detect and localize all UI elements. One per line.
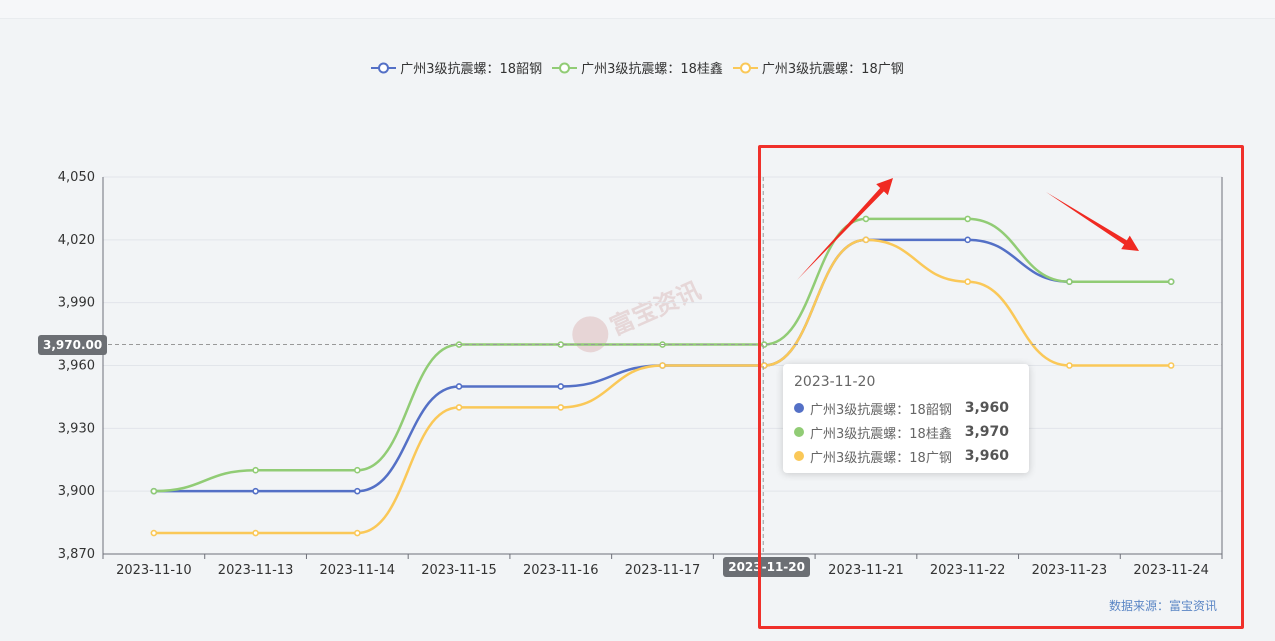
chart-page: 广州3级抗震螺：18韶钢 广州3级抗震螺：18桂鑫 广州3级抗震螺：18广钢 富… [0, 0, 1275, 641]
data-point [557, 383, 565, 390]
tooltip-series-value: 3,960 [964, 448, 1009, 464]
data-point [862, 215, 870, 223]
x-tick-label: 2023-11-23 [1032, 563, 1108, 578]
tooltip: 2023-11-20 广州3级抗震螺：18韶钢 3,960 广州3级抗震螺：18… [783, 364, 1029, 473]
crosshair-x-label: 2023-11-20 [723, 557, 810, 577]
data-point [455, 404, 463, 411]
x-tick-label: 2023-11-17 [625, 563, 701, 578]
grid-layer [103, 176, 1222, 492]
tooltip-row: 广州3级抗震螺：18广钢 3,960 [794, 444, 1019, 468]
data-point [1066, 278, 1073, 286]
series-dot-icon [794, 451, 804, 461]
data-point [964, 236, 971, 244]
axis-layer: 3,870 3,900 3,930 3,960 3,990 4,020 4,050 2023-… [58, 170, 1223, 578]
x-tick-label: 2023-11-10 [116, 563, 192, 578]
tooltip-series-name: 广州3级抗震螺：18桂鑫 [810, 426, 952, 442]
y-tick-label: 4,020 [58, 233, 95, 248]
series-dot-icon [794, 427, 804, 437]
data-point [1167, 278, 1175, 286]
y-tick-label: 3,960 [58, 359, 95, 374]
tooltip-row: 广州3级抗震螺：18桂鑫 3,970 [794, 420, 1019, 444]
y-tick-label: 3,930 [58, 421, 95, 436]
tooltip-series-value: 3,970 [964, 424, 1009, 440]
tooltip-series-name: 广州3级抗震螺：18广钢 [810, 450, 952, 466]
data-point [150, 529, 158, 537]
data-point [354, 466, 361, 474]
data-point [964, 278, 971, 286]
data-point [252, 487, 259, 495]
data-point [252, 466, 259, 474]
data-point [862, 236, 870, 244]
data-point [455, 383, 463, 390]
x-tick-label: 2023-11-22 [930, 563, 1006, 578]
arrow-up-icon [797, 178, 893, 280]
data-point [964, 215, 971, 223]
tooltip-date: 2023-11-20 [794, 374, 876, 390]
data-source[interactable]: 数据来源：富宝资讯 [1109, 597, 1217, 614]
data-point [1167, 362, 1175, 369]
data-point [354, 487, 361, 495]
data-point [659, 362, 666, 369]
y-tick-label: 3,900 [58, 484, 95, 499]
tooltip-series-value: 3,960 [964, 400, 1009, 416]
data-point [354, 529, 361, 537]
line-chart[interactable]: 3,870 3,900 3,930 3,960 3,990 4,020 4,050 2023-… [0, 0, 1275, 641]
tooltip-row: 广州3级抗震螺：18韶钢 3,960 [794, 396, 1019, 420]
data-point [1066, 362, 1073, 369]
x-tick-label: 2023-11-14 [320, 563, 396, 578]
x-tick-label: 2023-11-13 [218, 563, 294, 578]
x-tick-label: 2023-11-15 [421, 563, 497, 578]
y-tick-label: 4,050 [58, 170, 95, 185]
data-point [557, 404, 565, 411]
series-dot-icon [794, 403, 804, 413]
data-point [252, 529, 259, 537]
x-tick-label: 2023-11-24 [1133, 563, 1209, 578]
y-tick-label: 3,990 [58, 296, 95, 311]
arrow-down-icon [1046, 192, 1139, 251]
y-tick-label: 3,870 [58, 547, 95, 562]
data-point [760, 362, 768, 369]
x-tick-label: 2023-11-16 [523, 563, 599, 578]
tooltip-series-name: 广州3级抗震螺：18韶钢 [810, 402, 952, 418]
x-tick-label: 2023-11-21 [828, 563, 904, 578]
crosshair-y-label: 3,970.00 [38, 334, 108, 355]
data-point [150, 487, 158, 495]
